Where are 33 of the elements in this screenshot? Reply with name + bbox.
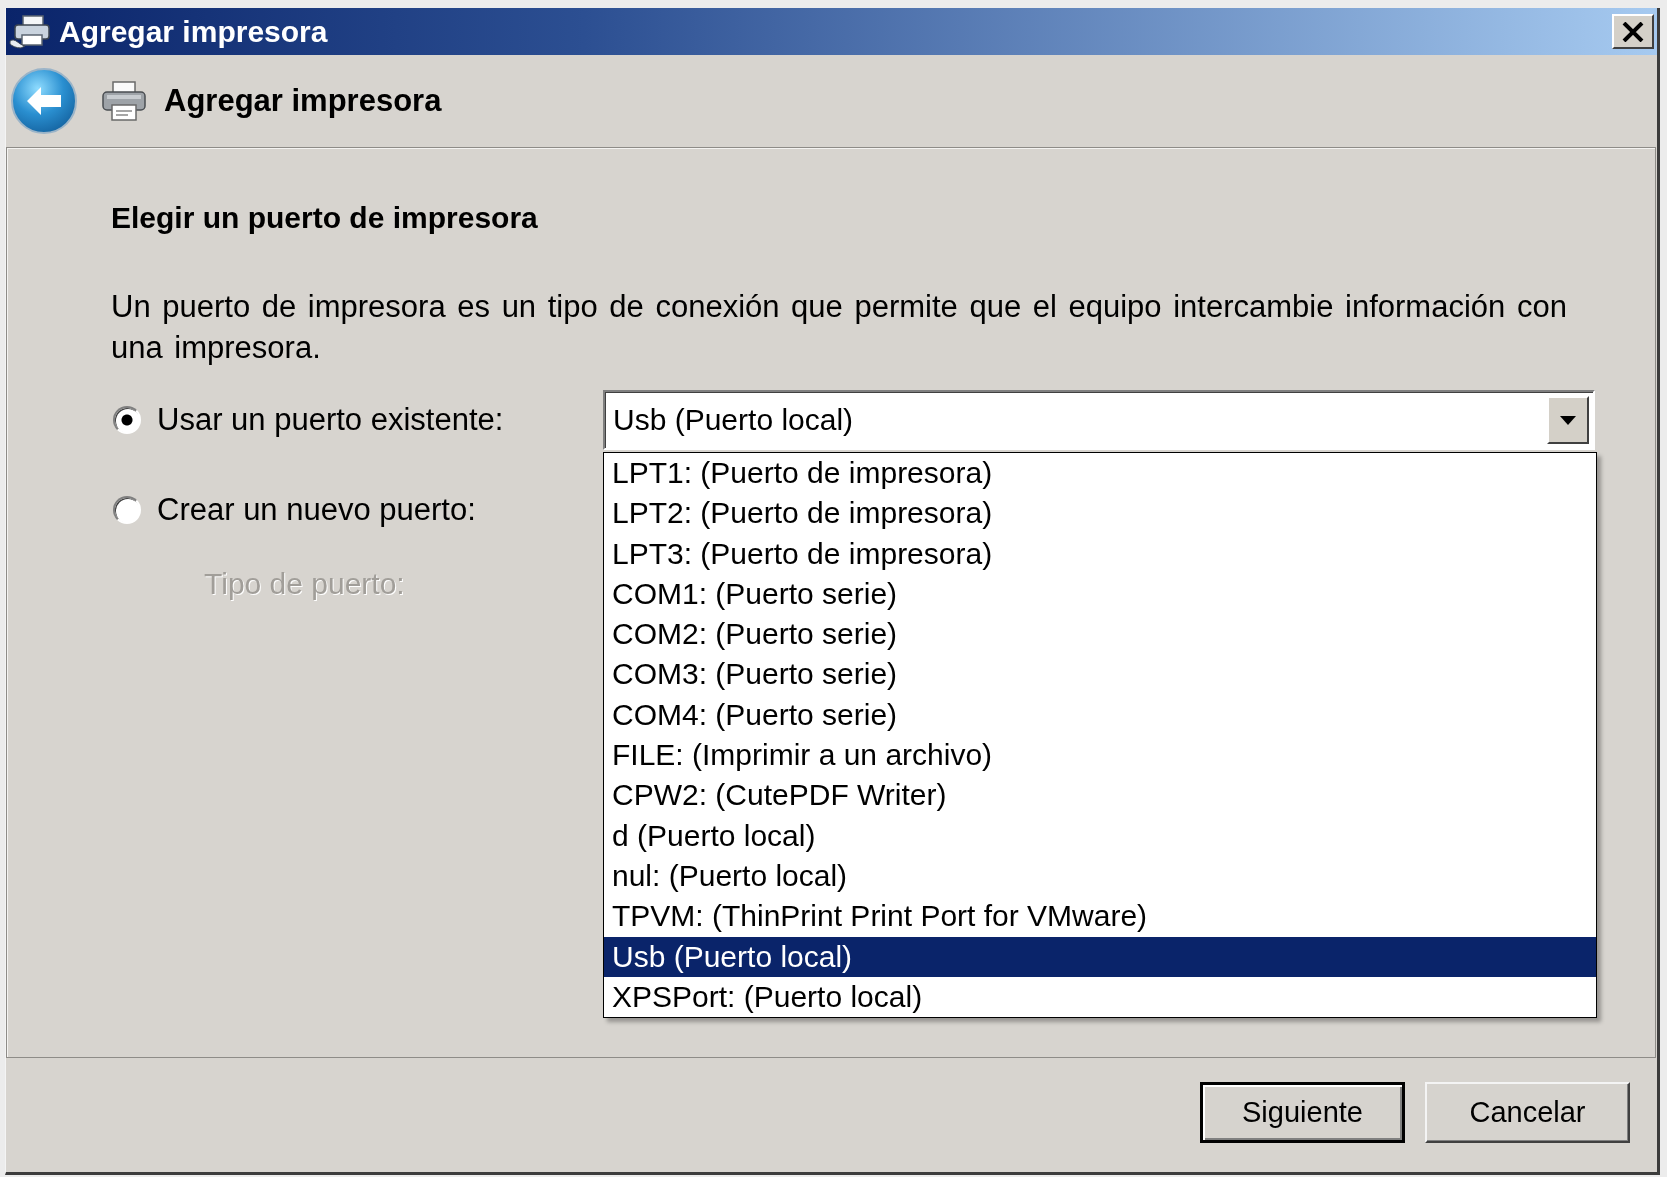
section-heading: Elegir un puerto de impresora <box>111 200 538 236</box>
close-button[interactable] <box>1612 14 1654 49</box>
dropdown-option[interactable]: Usb (Puerto local) <box>604 936 1596 977</box>
radio-button[interactable] <box>113 496 141 524</box>
dropdown-option[interactable]: LPT2: (Puerto de impresora) <box>604 493 1596 534</box>
dropdown-option[interactable]: TPVM: (ThinPrint Print Port for VMware) <box>604 896 1596 937</box>
dropdown-button[interactable] <box>1547 396 1589 444</box>
window-title: Agregar impresora <box>59 14 328 49</box>
select-value: Usb (Puerto local) <box>613 403 855 437</box>
dropdown-option[interactable]: COM1: (Puerto serie) <box>604 573 1596 615</box>
dropdown-option[interactable]: d (Puerto local) <box>604 815 1596 856</box>
port-select[interactable]: Usb (Puerto local) <box>603 390 1595 450</box>
radio-label: Usar un puerto existente: <box>157 402 504 438</box>
close-icon <box>1622 21 1644 42</box>
dropdown-option[interactable]: XPSPort: (Puerto local) <box>604 976 1596 1018</box>
dialog-button[interactable]: Siguiente <box>1200 1082 1405 1143</box>
dropdown-option[interactable]: COM2: (Puerto serie) <box>604 614 1596 655</box>
dropdown-option[interactable]: CPW2: (CutePDF Writer) <box>604 775 1596 816</box>
dropdown-option[interactable]: FILE: (Imprimir a un archivo) <box>604 735 1596 776</box>
arrow-left-icon <box>26 86 62 116</box>
dropdown-option[interactable]: COM3: (Puerto serie) <box>604 654 1596 695</box>
printer-icon <box>9 14 53 49</box>
dropdown-option[interactable]: LPT1: (Puerto de impresora) <box>604 453 1596 494</box>
dialog-button[interactable]: Cancelar <box>1425 1082 1630 1143</box>
radio-label: Crear un nuevo puerto: <box>157 492 476 528</box>
radio-button[interactable] <box>113 406 141 434</box>
dropdown-option[interactable]: COM4: (Puerto serie) <box>604 694 1596 736</box>
dropdown-option[interactable]: nul: (Puerto local) <box>604 855 1596 897</box>
printer-icon <box>101 81 147 121</box>
dropdown-option[interactable]: LPT3: (Puerto de impresora) <box>604 533 1596 574</box>
caret-icon <box>1560 415 1576 425</box>
page-title: Agregar impresora <box>164 83 442 119</box>
description-text: Un puerto de impresora es un tipo de conexión que permite que el equipo intercambie información con una impresora. <box>111 288 1568 367</box>
